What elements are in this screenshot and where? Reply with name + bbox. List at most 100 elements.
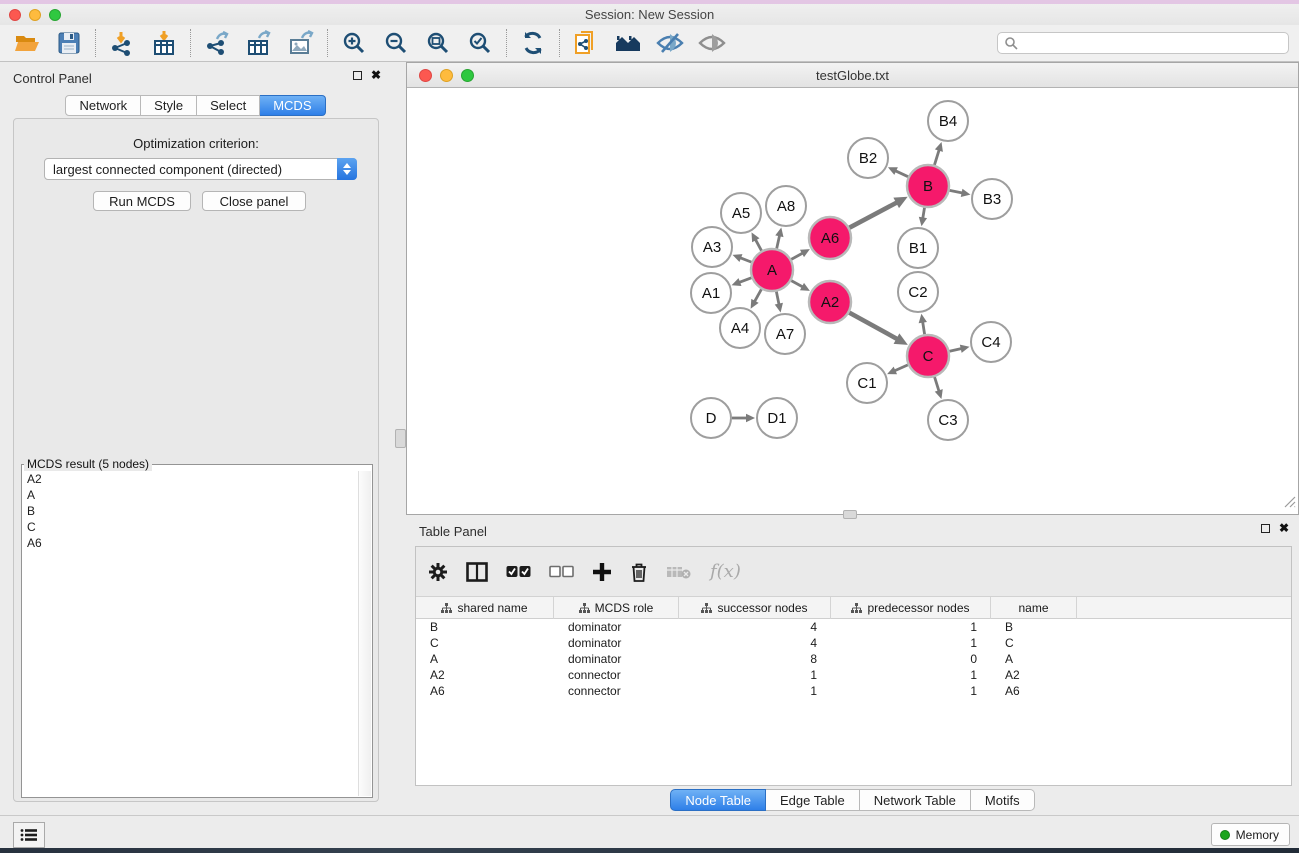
table-row[interactable]: Bdominator41B: [416, 619, 1291, 635]
column-type-icon: [579, 603, 590, 613]
tab-edge-table[interactable]: Edge Table: [766, 789, 860, 811]
graph-edge-C-C4[interactable]: [949, 349, 961, 352]
unselect-all-columns-icon[interactable]: [549, 565, 574, 579]
graph-edge-B-B2[interactable]: [895, 171, 908, 177]
run-mcds-button[interactable]: Run MCDS: [93, 191, 191, 211]
import-table-icon[interactable]: [147, 28, 181, 59]
tab-select[interactable]: Select: [197, 95, 260, 116]
graph-edge-arrowhead: [775, 227, 783, 237]
memory-button[interactable]: Memory: [1211, 823, 1290, 846]
optimization-criterion-select[interactable]: largest connected component (directed): [44, 158, 357, 180]
export-image-icon[interactable]: [284, 28, 318, 59]
network-view-window: testGlobe.txt B4B2BB3A8A5A6A3B1AA1C2A2A4…: [406, 62, 1299, 515]
table-cell: A: [416, 651, 554, 667]
column-header-successor-nodes[interactable]: successor nodes: [679, 597, 831, 619]
graph-edge-A-A7[interactable]: [776, 292, 779, 305]
mcds-result-item[interactable]: C: [23, 519, 358, 535]
graph-edge-C-C3[interactable]: [935, 377, 939, 391]
table-cell: A6: [416, 683, 554, 699]
graph-edge-A-A8[interactable]: [777, 235, 780, 248]
graph-edge-C-C1[interactable]: [894, 365, 907, 371]
zoom-window-button[interactable]: [49, 9, 61, 21]
refresh-view-icon[interactable]: [516, 28, 550, 59]
table-row[interactable]: A6connector11A6: [416, 683, 1291, 699]
result-scrollbar[interactable]: [358, 471, 371, 796]
graph-edge-A6-B[interactable]: [849, 202, 897, 227]
table-row[interactable]: Adominator80A: [416, 651, 1291, 667]
network-close-button[interactable]: [419, 69, 432, 82]
add-column-icon[interactable]: [592, 562, 612, 582]
graph-edge-A-A4[interactable]: [754, 289, 761, 301]
graph-edge-A-A6[interactable]: [791, 253, 803, 259]
export-network-icon[interactable]: [200, 28, 234, 59]
graph-edge-C-C2[interactable]: [923, 322, 925, 335]
close-window-button[interactable]: [9, 9, 21, 21]
show-all-panels-icon[interactable]: [611, 28, 645, 59]
column-header-predecessor-nodes[interactable]: predecessor nodes: [831, 597, 991, 619]
zoom-fit-icon[interactable]: [421, 28, 455, 59]
export-table-icon[interactable]: [242, 28, 276, 59]
graph-edge-A-A5[interactable]: [755, 239, 761, 250]
open-session-icon[interactable]: [10, 28, 44, 59]
show-panel-icon[interactable]: [695, 28, 729, 59]
tab-mcds[interactable]: MCDS: [260, 95, 325, 116]
table-cell: C: [991, 635, 1077, 651]
tab-motifs[interactable]: Motifs: [971, 789, 1035, 811]
delete-table-icon[interactable]: [666, 564, 692, 580]
mcds-result-item[interactable]: A: [23, 487, 358, 503]
task-history-button[interactable]: [13, 822, 45, 848]
function-builder-icon[interactable]: f(x): [710, 561, 741, 582]
close-panel-icon[interactable]: ✖: [371, 71, 381, 80]
table-row[interactable]: Cdominator41C: [416, 635, 1291, 651]
horizontal-split-handle[interactable]: [843, 510, 857, 519]
network-zoom-button[interactable]: [461, 69, 474, 82]
graph-edge-B-B4[interactable]: [934, 150, 939, 165]
search-input[interactable]: [1018, 36, 1282, 50]
save-session-icon[interactable]: [52, 28, 86, 59]
show-columns-icon[interactable]: [466, 562, 488, 582]
float-table-panel-icon[interactable]: [1261, 524, 1270, 533]
graph-edge-B-B3[interactable]: [950, 190, 963, 193]
graph-node-label: A5: [732, 205, 750, 222]
network-window-titlebar[interactable]: testGlobe.txt: [407, 63, 1298, 88]
column-header-name[interactable]: name: [991, 597, 1077, 619]
import-network-icon[interactable]: [105, 28, 139, 59]
zoom-in-icon[interactable]: [337, 28, 371, 59]
graph-edge-A-A3[interactable]: [740, 258, 751, 262]
mcds-result-item[interactable]: A2: [23, 471, 358, 487]
network-minimize-button[interactable]: [440, 69, 453, 82]
network-canvas[interactable]: B4B2BB3A8A5A6A3B1AA1C2A2A4A7C4CC1C3DD1: [407, 88, 1298, 514]
tab-network[interactable]: Network: [65, 95, 141, 116]
control-panel-title: Control Panel: [13, 71, 92, 86]
close-table-panel-icon[interactable]: ✖: [1279, 524, 1289, 533]
close-panel-button[interactable]: Close panel: [202, 191, 306, 211]
clone-network-icon[interactable]: [569, 28, 603, 59]
column-header-mcds-role[interactable]: MCDS role: [554, 597, 679, 619]
minimize-window-button[interactable]: [29, 9, 41, 21]
graph-edge-A2-C[interactable]: [849, 313, 897, 339]
hide-panel-icon[interactable]: [653, 28, 687, 59]
delete-columns-icon[interactable]: [630, 562, 648, 582]
table-settings-icon[interactable]: [428, 562, 448, 582]
search-field[interactable]: [997, 32, 1289, 54]
select-all-columns-icon[interactable]: [506, 565, 531, 579]
tab-network-table[interactable]: Network Table: [860, 789, 971, 811]
resize-grip-icon[interactable]: [1283, 495, 1296, 508]
table-row[interactable]: A2connector11A2: [416, 667, 1291, 683]
float-panel-icon[interactable]: [353, 71, 362, 80]
graph-edge-B-B1[interactable]: [923, 208, 925, 219]
graph-node-label: C2: [908, 284, 927, 301]
column-type-icon: [701, 603, 712, 613]
tab-style[interactable]: Style: [141, 95, 197, 116]
tab-node-table[interactable]: Node Table: [670, 789, 766, 811]
graph-edge-A-A2[interactable]: [791, 281, 803, 287]
zoom-out-icon[interactable]: [379, 28, 413, 59]
vertical-split-handle[interactable]: [395, 429, 406, 448]
zoom-selected-icon[interactable]: [463, 28, 497, 59]
mcds-result-item[interactable]: B: [23, 503, 358, 519]
mcds-result-item[interactable]: A6: [23, 535, 358, 551]
graph-node-label: A4: [731, 320, 749, 337]
graph-edge-A-A1[interactable]: [739, 278, 751, 283]
graph-node-label: B1: [909, 240, 927, 257]
column-header-shared-name[interactable]: shared name: [416, 597, 554, 619]
